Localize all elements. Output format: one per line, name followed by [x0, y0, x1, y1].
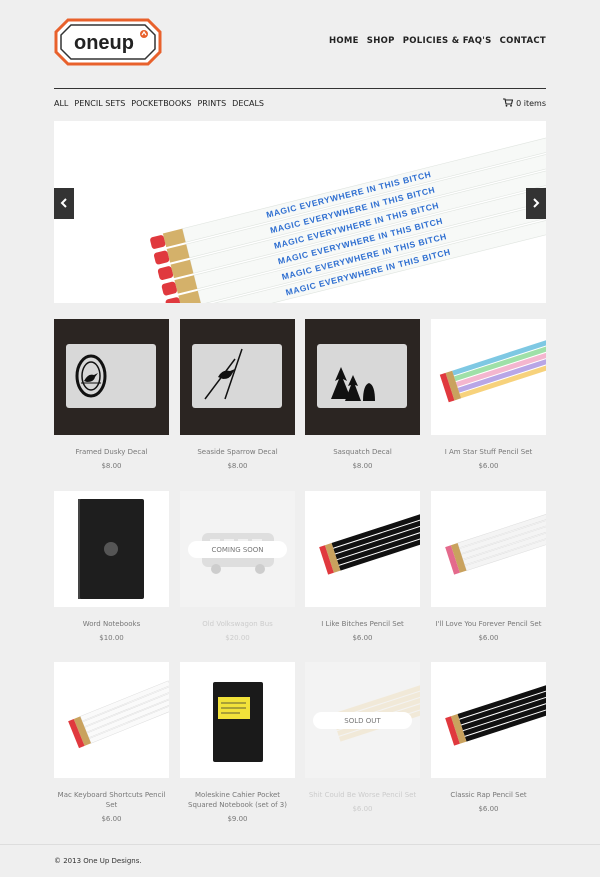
product-image [305, 491, 420, 607]
product-image [180, 662, 295, 778]
product-price: $6.00 [101, 815, 122, 823]
product-name: Seaside Sparrow Decal [197, 448, 278, 456]
nav-shop[interactable]: SHOP [367, 36, 395, 46]
product-price: $6.00 [478, 805, 499, 813]
product-card[interactable]: Sasquatch Decal $8.00 [305, 319, 420, 470]
category-pocketbooks[interactable]: POCKETBOOKS [131, 99, 191, 108]
product-price: $10.00 [99, 634, 124, 642]
pencil-eraser [154, 250, 170, 265]
cart-icon [503, 98, 514, 109]
product-price: $8.00 [101, 462, 122, 470]
site-header: oneup HOME SHOP POLICIES & FAQ'S CONTACT [54, 18, 546, 68]
product-card[interactable]: Moleskine Cahier Pocket Squared Notebook… [180, 662, 295, 823]
product-card[interactable]: Seaside Sparrow Decal $8.00 [180, 319, 295, 470]
product-price: $6.00 [352, 634, 373, 642]
product-name: I Am Star Stuff Pencil Set [444, 448, 533, 456]
footer-divider [0, 844, 600, 845]
product-image [54, 319, 169, 435]
product-card[interactable]: Classic Rap Pencil Set $6.00 [431, 662, 546, 813]
cart-count: 0 items [516, 99, 546, 108]
product-card[interactable]: I Am Star Stuff Pencil Set $6.00 [431, 319, 546, 470]
product-card[interactable]: COMING SOON Old Volkswagon Bus $20.00 [180, 491, 295, 642]
product-image: SOLD OUT [305, 662, 420, 778]
product-price: $8.00 [352, 462, 373, 470]
product-card[interactable]: I'll Love You Forever Pencil Set $6.00 [431, 491, 546, 642]
category-pencil-sets[interactable]: PENCIL SETS [74, 99, 125, 108]
coming-soon-badge: COMING SOON [188, 541, 287, 558]
category-nav: ALL PENCIL SETS POCKETBOOKS PRINTS DECAL… [54, 99, 264, 108]
slider-next-button[interactable] [526, 188, 546, 219]
hero-image: MAGIC EVERYWHERE IN THIS BITCHMAGIC EVER… [150, 126, 546, 303]
slider-prev-button[interactable] [54, 188, 74, 219]
product-card[interactable]: Word Notebooks $10.00 [54, 491, 169, 642]
product-price: $6.00 [352, 805, 373, 813]
footer-copyright: © 2013 One Up Designs. [54, 857, 142, 865]
nav-home[interactable]: HOME [329, 36, 359, 46]
hero-slider[interactable]: MAGIC EVERYWHERE IN THIS BITCH MAGIC EVER… [54, 121, 546, 303]
product-name: Word Notebooks [82, 620, 141, 628]
product-name: Mac Keyboard Shortcuts Pencil Set [57, 791, 166, 809]
product-name: Framed Dusky Decal [75, 448, 148, 456]
pencil-ferrule [162, 228, 186, 248]
product-card[interactable]: Mac Keyboard Shortcuts Pencil Set $6.00 [54, 662, 169, 823]
product-image [305, 319, 420, 435]
nav-contact[interactable]: CONTACT [500, 36, 546, 46]
product-image [431, 662, 546, 778]
product-card[interactable]: SOLD OUT Shit Could Be Worse Pencil Set … [305, 662, 420, 813]
pencil-eraser [161, 281, 177, 296]
main-nav: HOME SHOP POLICIES & FAQ'S CONTACT [329, 36, 546, 46]
pencil-ferrule [166, 244, 190, 263]
product-price: $20.00 [225, 634, 250, 642]
product-name: Sasquatch Decal [333, 448, 392, 456]
product-name: Moleskine Cahier Pocket Squared Notebook… [188, 791, 287, 809]
nav-policies[interactable]: POLICIES & FAQ'S [403, 36, 492, 46]
product-card[interactable]: I Like Bitches Pencil Set $6.00 [305, 491, 420, 642]
category-prints[interactable]: PRINTS [197, 99, 226, 108]
product-image [431, 491, 546, 607]
product-name: Classic Rap Pencil Set [450, 791, 527, 799]
chevron-left-icon [60, 195, 68, 213]
cart-link[interactable]: 0 items [503, 98, 546, 109]
product-name: I'll Love You Forever Pencil Set [435, 620, 542, 628]
svg-text:oneup: oneup [74, 32, 134, 54]
category-all[interactable]: ALL [54, 99, 68, 108]
product-image [54, 491, 169, 607]
pencil-eraser [157, 266, 174, 280]
product-price: $6.00 [478, 634, 499, 642]
chevron-right-icon [532, 195, 540, 213]
product-name: Old Volkswagon Bus [202, 620, 273, 628]
product-name: I Like Bitches Pencil Set [321, 620, 404, 628]
pencil-ferrule [174, 275, 198, 294]
product-image: COMING SOON [180, 491, 295, 607]
logo[interactable]: oneup [54, 18, 162, 66]
header-divider [54, 88, 546, 89]
pencil-ferrule [170, 259, 194, 279]
product-card[interactable]: Framed Dusky Decal $8.00 [54, 319, 169, 470]
product-price: $6.00 [478, 462, 499, 470]
pencil-eraser [150, 235, 166, 249]
product-image [431, 319, 546, 435]
product-name: Shit Could Be Worse Pencil Set [308, 791, 417, 799]
category-decals[interactable]: DECALS [232, 99, 264, 108]
product-price: $9.00 [227, 815, 248, 823]
product-image [54, 662, 169, 778]
sold-out-badge: SOLD OUT [313, 712, 412, 729]
product-price: $8.00 [227, 462, 248, 470]
product-image [180, 319, 295, 435]
